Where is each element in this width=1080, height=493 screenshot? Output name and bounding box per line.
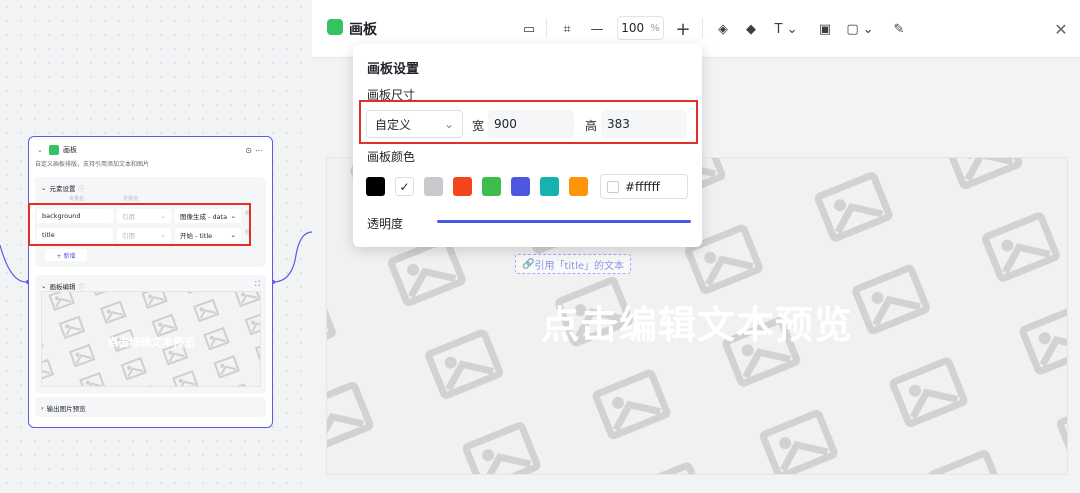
expand-icon[interactable]: ⛶ — [255, 280, 260, 289]
bring-forward-icon[interactable]: ◈ — [712, 18, 734, 40]
node-title: 画板 — [63, 146, 77, 154]
canvas-node[interactable]: ⌄ 画板 ⊙⋯ 自定义画板排版，支持引用添加文本和图片 ⌄ 元素设置 ⓘ 变量名 变… — [28, 136, 273, 428]
color-swatch[interactable]: ✓ — [395, 177, 414, 196]
pen-tool-icon[interactable]: ✎ — [888, 18, 910, 40]
color-swatch[interactable] — [424, 177, 443, 196]
zoom-value: 100 — [621, 21, 645, 35]
color-swatch[interactable] — [569, 177, 588, 196]
node-description: 自定义画板排版，支持引用添加文本和图片 — [35, 161, 150, 168]
canvas-edit-section-title: 画板编辑 — [49, 283, 76, 291]
mini-canvas-preview[interactable]: 点击编辑文本预览 — [41, 291, 261, 387]
zoom-out-icon[interactable]: — — [586, 18, 608, 40]
chevron-right-icon[interactable]: › — [41, 404, 44, 412]
zoom-input[interactable]: 100% — [617, 16, 664, 40]
mini-preview-text: 点击编辑文本预览 — [107, 336, 195, 349]
opacity-slider[interactable] — [437, 220, 691, 223]
zoom-unit: % — [650, 22, 660, 34]
color-hex-value: #ffffff — [625, 179, 660, 194]
collapse-chevron-icon[interactable]: ⌄ — [37, 146, 45, 154]
highlight-box — [28, 203, 251, 246]
column-value-header: 变量值 — [123, 196, 139, 202]
divider — [546, 18, 547, 38]
reference-text-element[interactable]: 🔗 引用「title」的文本 — [515, 254, 632, 274]
text-tool-icon[interactable]: T ⌄ — [770, 18, 802, 40]
canvas-settings-popup: 画板设置 画板尺寸 自定义 ⌄ 宽 900 高 383 画板颜色 ✓ #fffff… — [353, 44, 702, 247]
preview-text[interactable]: 点击编辑文本预览 — [327, 294, 1067, 349]
canvas-settings-icon[interactable]: ▭ — [518, 18, 540, 40]
column-name-header: 变量名 — [69, 196, 85, 202]
chevron-down-icon[interactable]: ⌄ — [41, 184, 46, 192]
elements-section-title: 元素设置 — [49, 185, 76, 193]
color-swatch[interactable] — [482, 177, 501, 196]
canvas-node-icon — [49, 145, 59, 155]
color-hex-input[interactable]: #ffffff — [600, 174, 688, 199]
color-swatch[interactable] — [540, 177, 559, 196]
opacity-label: 透明度 — [367, 217, 404, 231]
zoom-in-icon[interactable]: + — [672, 18, 694, 40]
color-preview — [607, 180, 619, 193]
color-swatch[interactable] — [511, 177, 530, 196]
highlight-box — [359, 100, 698, 144]
fit-screen-icon[interactable]: ⌗ — [556, 18, 578, 40]
link-icon: 🔗 — [522, 258, 535, 270]
close-icon[interactable]: ✕ — [1050, 18, 1072, 40]
image-tool-icon[interactable]: ▣ — [814, 18, 836, 40]
add-variable-button[interactable]: + 新增 — [45, 249, 87, 261]
color-swatch[interactable] — [366, 177, 385, 196]
node-header: ⌄ 画板 ⊙⋯ — [37, 143, 266, 157]
node-menu-icon[interactable]: ⊙⋯ — [245, 146, 266, 155]
editor-title: 画板 — [349, 22, 377, 38]
reference-text: 引用「title」的文本 — [534, 260, 625, 272]
output-section-title: 输出图片预览 — [46, 405, 86, 413]
divider — [702, 18, 703, 38]
shape-tool-icon[interactable]: ▢ ⌄ — [844, 18, 876, 40]
output-section[interactable]: › 输出图片预览 — [35, 397, 266, 417]
chevron-down-icon[interactable]: ⌄ — [41, 282, 46, 290]
layers-icon[interactable]: ◆ — [740, 18, 762, 40]
color-label: 画板颜色 — [367, 150, 416, 164]
popup-title: 画板设置 — [367, 62, 420, 77]
help-icon[interactable]: ⓘ — [78, 282, 84, 291]
help-icon[interactable]: ⓘ — [78, 184, 84, 193]
color-swatch[interactable] — [453, 177, 472, 196]
canvas-app-icon — [327, 19, 343, 35]
